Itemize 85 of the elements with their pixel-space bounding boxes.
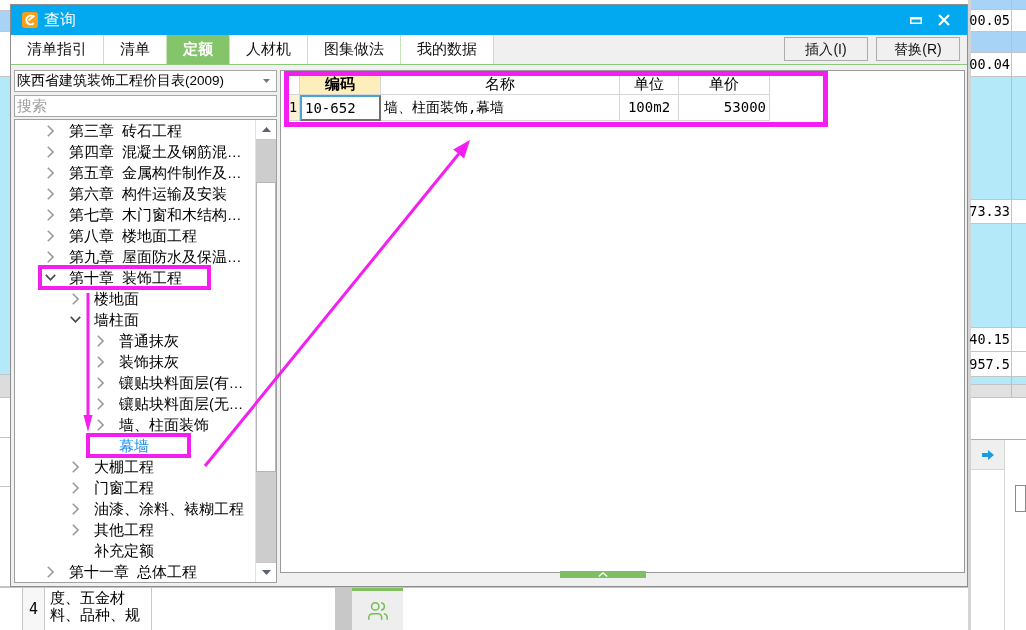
- window-title: 查询: [44, 10, 76, 30]
- chevron-right-icon[interactable]: [46, 229, 54, 242]
- maximize-icon[interactable]: [910, 16, 922, 24]
- table-cell-text: 度、五金材料、品种、规: [50, 590, 141, 624]
- chevron-right-icon[interactable]: [71, 292, 79, 305]
- tree-item[interactable]: 装饰抹灰: [93, 353, 179, 370]
- chevron-right-icon[interactable]: [96, 376, 104, 389]
- caret-up-icon: [261, 127, 271, 132]
- chevron-right-icon[interactable]: [96, 334, 104, 347]
- tree-item[interactable]: 第十章 装饰工程: [43, 269, 183, 286]
- tree-item[interactable]: 第十一章 总体工程: [43, 563, 198, 580]
- tab[interactable]: 清单: [104, 35, 167, 64]
- tree-item[interactable]: 补充定额: [94, 542, 154, 559]
- table-cell[interactable]: 墙、柱面装饰,幕墙: [381, 95, 620, 121]
- tree-item[interactable]: 普通抹灰: [93, 332, 179, 349]
- table-row: [971, 0, 1026, 10]
- tree-item[interactable]: 油漆、涂料、裱糊工程: [68, 500, 244, 517]
- caret-down-icon: [263, 79, 270, 83]
- tree-item[interactable]: 第八章 楼地面工程: [43, 227, 198, 244]
- row-number: 4: [22, 588, 45, 630]
- tree-item[interactable]: 其他工程: [68, 521, 154, 538]
- scrollbar-track[interactable]: [255, 120, 276, 582]
- tab[interactable]: 我的数据: [401, 35, 494, 64]
- tree-item[interactable]: 楼地面: [68, 290, 139, 307]
- tree-item[interactable]: 第三章 砖石工程: [43, 122, 183, 139]
- scroll-down-button[interactable]: [256, 562, 276, 582]
- app-logo-icon: [22, 12, 38, 28]
- table-row: [0, 11, 10, 32]
- close-icon[interactable]: [938, 14, 950, 26]
- chevron-right-icon[interactable]: [96, 397, 104, 410]
- splitter-handle[interactable]: [560, 571, 646, 578]
- chevron-right-icon[interactable]: [46, 124, 54, 137]
- column-header[interactable]: 单价: [679, 76, 770, 95]
- tree-item[interactable]: 镶贴块料面层(有…: [93, 374, 244, 391]
- nav-button[interactable]: [971, 440, 1004, 470]
- chevron-right-icon[interactable]: [96, 355, 104, 368]
- tree-item[interactable]: 第七章 木门窗和木结构…: [43, 206, 242, 223]
- table-row: [971, 385, 1026, 398]
- arrow-right-icon: [981, 449, 994, 460]
- dialog-button[interactable]: 插入(I): [784, 37, 868, 61]
- table-row: [971, 32, 1026, 53]
- sidebar-tab[interactable]: [352, 588, 403, 630]
- chevron-right-icon[interactable]: [46, 166, 54, 179]
- library-select[interactable]: 陕西省建筑装饰工程价目表(2009): [14, 70, 277, 92]
- people-icon: [366, 599, 389, 622]
- tree-item[interactable]: 第四章 混凝土及钢筋混…: [43, 143, 242, 160]
- tab[interactable]: 图集做法: [308, 35, 401, 64]
- chevron-right-icon[interactable]: [46, 565, 54, 578]
- chevron-right-icon[interactable]: [46, 145, 54, 158]
- row-number: 1: [289, 95, 300, 121]
- tab[interactable]: 清单指引: [11, 35, 104, 64]
- chevron-down-icon[interactable]: [44, 274, 56, 281]
- tree-item[interactable]: 幕墙: [119, 437, 149, 454]
- tree-item[interactable]: 第五章 金属构件制作及…: [43, 164, 242, 181]
- scroll-up-button[interactable]: [256, 120, 276, 140]
- tree-item[interactable]: 第九章 屋面防水及保温…: [43, 248, 242, 265]
- column-header[interactable]: 名称: [381, 76, 620, 95]
- tree-item[interactable]: 镶贴块料面层(无…: [93, 395, 244, 412]
- table-cell[interactable]: 53000: [679, 95, 770, 121]
- chevron-right-icon[interactable]: [46, 187, 54, 200]
- chevron-down-icon[interactable]: [69, 316, 81, 323]
- chevron-right-icon[interactable]: [46, 250, 54, 263]
- tree-item[interactable]: 墙、柱面装饰: [93, 416, 209, 433]
- column-header[interactable]: 编码: [300, 76, 381, 95]
- table-cell[interactable]: 10-652: [300, 95, 381, 121]
- search-field[interactable]: 搜索: [14, 95, 277, 117]
- table-row: [0, 375, 10, 398]
- chevron-right-icon[interactable]: [71, 502, 79, 515]
- chevron-right-icon[interactable]: [46, 208, 54, 221]
- scrollbar-thumb[interactable]: [256, 182, 276, 472]
- tree-item[interactable]: 门窗工程: [68, 479, 154, 496]
- table-cell[interactable]: 100m2: [620, 95, 679, 121]
- tree-item[interactable]: 大棚工程: [68, 458, 154, 475]
- caret-down-icon: [261, 570, 271, 575]
- chevron-right-icon[interactable]: [71, 481, 79, 494]
- tree-item[interactable]: 墙柱面: [68, 311, 139, 328]
- input-field[interactable]: [1015, 485, 1026, 512]
- tab[interactable]: 人材机: [230, 35, 308, 64]
- tree-item[interactable]: 第六章 构件运输及安装: [43, 185, 228, 202]
- dialog-button[interactable]: 替换(R): [876, 37, 960, 61]
- chevron-right-icon[interactable]: [71, 460, 79, 473]
- chevron-right-icon[interactable]: [96, 418, 104, 431]
- table-cell: 40.15: [971, 328, 1012, 352]
- column-header[interactable]: 单位: [620, 76, 679, 95]
- chevron-right-icon[interactable]: [71, 523, 79, 536]
